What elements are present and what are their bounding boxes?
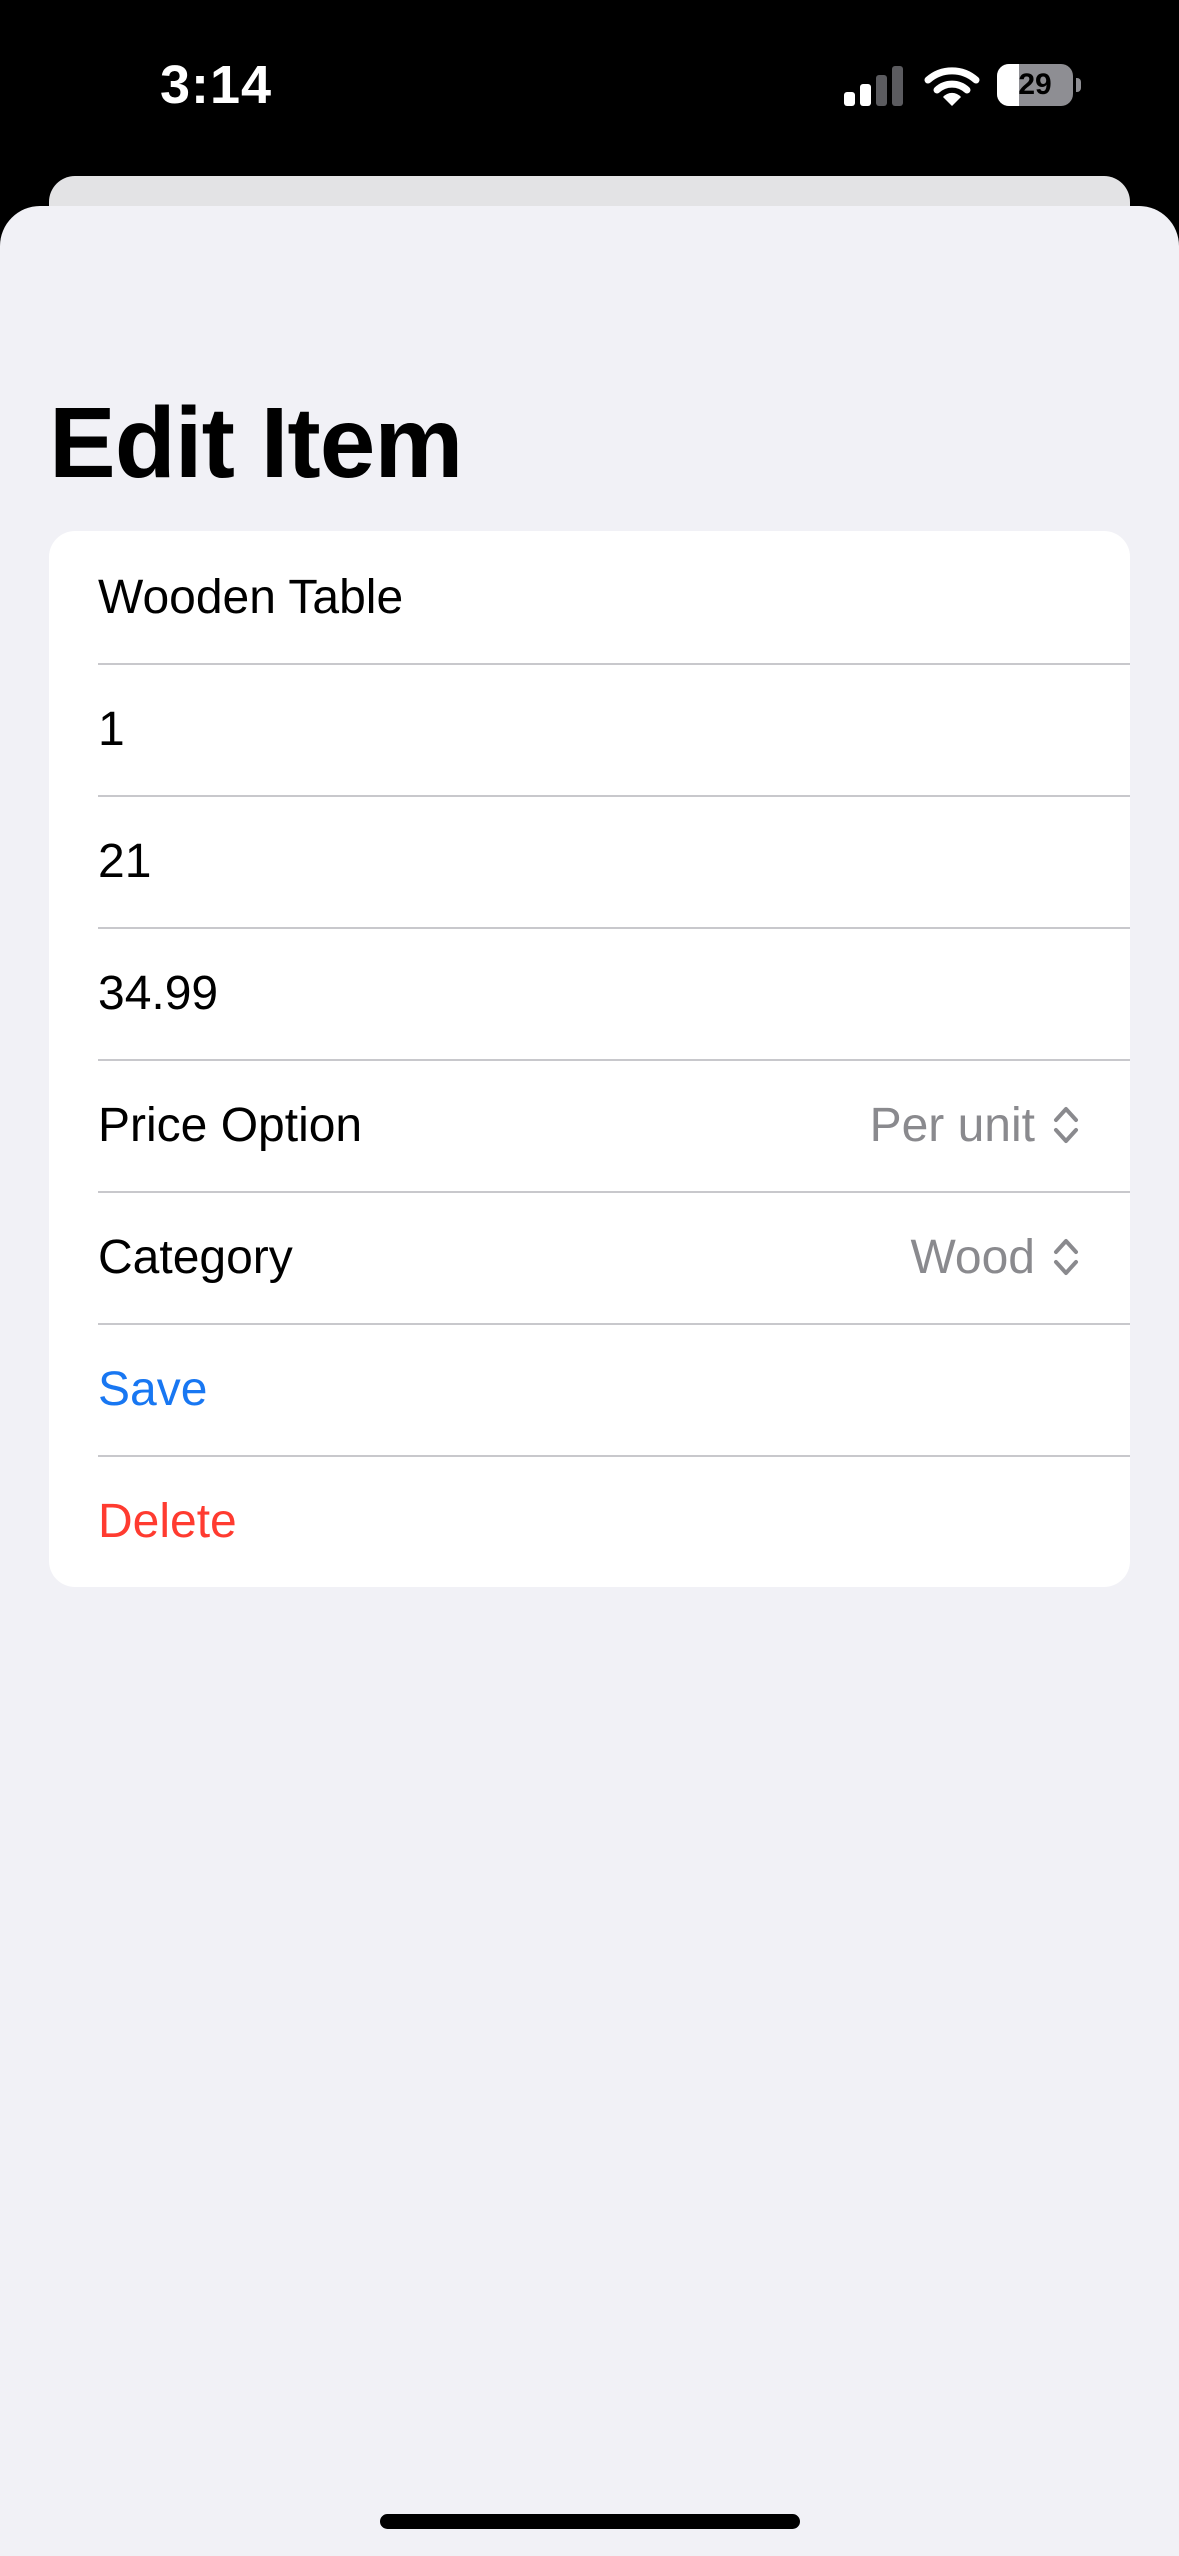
item-name-field[interactable]: Wooden Table xyxy=(49,531,1130,663)
price-option-selected: Per unit xyxy=(869,1098,1035,1152)
delete-button-label: Delete xyxy=(98,1494,237,1548)
battery-body: 29 xyxy=(997,64,1073,106)
category-picker[interactable]: Category Wood xyxy=(49,1191,1130,1323)
status-time: 3:14 xyxy=(160,55,273,115)
delete-button[interactable]: Delete xyxy=(49,1455,1130,1587)
status-bar: 3:14 29 xyxy=(0,0,1179,176)
price-option-picker[interactable]: Price Option Per unit xyxy=(49,1059,1130,1191)
item-field-2[interactable]: 1 xyxy=(49,663,1130,795)
save-button[interactable]: Save xyxy=(49,1323,1130,1455)
category-selected: Wood xyxy=(910,1230,1035,1284)
chevron-updown-icon xyxy=(1054,1107,1078,1143)
battery-level: 29 xyxy=(1018,68,1052,101)
save-button-label: Save xyxy=(98,1362,208,1416)
price-option-label: Price Option xyxy=(98,1098,363,1152)
item-price-value[interactable]: 34.99 xyxy=(98,966,1081,1021)
price-option-selector[interactable]: Per unit xyxy=(870,1098,1081,1153)
item-field-2-value[interactable]: 1 xyxy=(98,702,1081,757)
edit-item-sheet: Edit Item Wooden Table 1 21 34.99 Price … xyxy=(0,206,1179,2556)
item-field-3[interactable]: 21 xyxy=(49,795,1130,927)
home-indicator[interactable] xyxy=(380,2514,800,2529)
page-title: Edit Item xyxy=(49,387,463,499)
category-label: Category xyxy=(98,1230,293,1284)
cellular-signal-icon xyxy=(844,66,903,106)
wifi-icon xyxy=(924,67,980,106)
battery-cap xyxy=(1076,78,1081,92)
battery-indicator: 29 xyxy=(997,64,1083,106)
item-field-3-value[interactable]: 21 xyxy=(98,834,1081,889)
item-price-field[interactable]: 34.99 xyxy=(49,927,1130,1059)
item-name-value[interactable]: Wooden Table xyxy=(98,570,1081,625)
edit-item-form: Wooden Table 1 21 34.99 Price Option Per… xyxy=(49,531,1130,1587)
category-selector[interactable]: Wood xyxy=(910,1230,1081,1285)
chevron-updown-icon xyxy=(1054,1239,1078,1275)
